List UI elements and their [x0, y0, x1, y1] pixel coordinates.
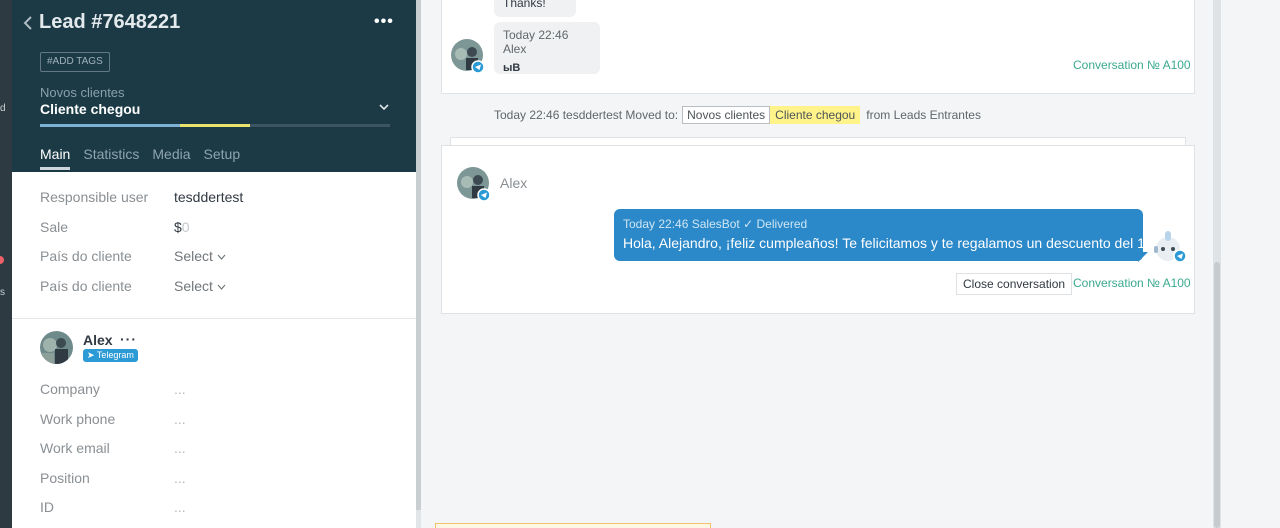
field-row: Position ...: [40, 470, 390, 500]
field-label: Work phone: [40, 410, 116, 427]
bubble-tail: [1138, 252, 1148, 262]
tab-media[interactable]: Media: [152, 146, 190, 170]
feed-scrollbar[interactable]: [1213, 0, 1221, 528]
field-label: Responsible user: [40, 189, 149, 205]
system-event: Today 22:46 tesddertest Moved to: Novos …: [494, 106, 981, 124]
field-label: Sale: [40, 218, 69, 235]
user-avatar: [451, 39, 485, 73]
select-label: Select: [174, 248, 213, 264]
field-label: ID: [40, 499, 54, 515]
message-meta: Today 22:46 SalesBot ✓ Delivered: [623, 217, 1134, 231]
close-conversation-button[interactable]: Close conversation: [956, 273, 1073, 295]
message-text: Hola, Alejandro, ¡feliz cumpleaños! Te f…: [623, 235, 1166, 251]
company-value[interactable]: ...: [174, 381, 186, 397]
lead-header: Lead #7648221 ••• #ADD TAGS Novos client…: [12, 0, 416, 172]
pipeline-name: Novos clientes: [40, 85, 125, 100]
lead-tabs: Main Statistics Media Setup: [40, 146, 240, 170]
nav-fragment: s: [0, 287, 5, 298]
chevron-down-icon: [217, 254, 226, 261]
conversation-card: Alex Today 22:46 SalesBot ✓ Delivered Ho…: [441, 145, 1195, 314]
pipeline-progress-bar: [40, 124, 390, 127]
tab-main[interactable]: Main: [40, 146, 71, 170]
conversation-link[interactable]: Conversation № A100: [1073, 58, 1191, 72]
more-options-icon[interactable]: •••: [374, 13, 394, 31]
user-avatar: [457, 167, 491, 201]
message-bubble: Today 22:46 Alex ыВ: [494, 22, 600, 74]
add-tags-button[interactable]: #ADD TAGS: [40, 52, 110, 72]
field-row: Sale $0: [40, 219, 390, 249]
left-nav-strip: d s: [0, 0, 12, 528]
field-label: Company: [40, 381, 100, 397]
salesbot-avatar-icon: [1154, 231, 1187, 263]
sale-value: 0: [181, 218, 190, 235]
progress-segment: [40, 124, 180, 127]
message-text: Thanks!: [503, 0, 546, 10]
tab-statistics[interactable]: Statistics: [83, 146, 139, 170]
conversation-feed: Thanks! Today 22:46 Alex ыВ Conversation…: [421, 0, 1213, 528]
delivery-status: Delivered: [756, 217, 808, 231]
message-meta: Today 22:46 Alex: [503, 28, 569, 56]
status-select[interactable]: Cliente chegou: [40, 101, 140, 117]
telegram-label: Telegram: [96, 350, 134, 360]
contact-fields: Company ... Work phone ... Work email ..…: [40, 381, 390, 528]
field-row: Responsible user tesddertest: [40, 189, 390, 219]
message-text: ыВ: [503, 62, 521, 74]
work-phone-value[interactable]: ...: [174, 411, 186, 427]
field-row: Work phone ...: [40, 411, 390, 441]
message-bubble: Thanks!: [494, 0, 576, 17]
contact-avatar[interactable]: [40, 331, 73, 364]
lead-title: Lead #7648221: [39, 11, 181, 33]
select-label: Select: [174, 277, 213, 294]
message-time-author: Today 22:46 SalesBot: [623, 217, 740, 231]
status-tag: Cliente chegou: [770, 106, 861, 124]
event-from-text: from Leads Entrantes: [866, 108, 981, 122]
back-arrow-icon[interactable]: [20, 14, 36, 32]
currency-symbol: $: [174, 218, 182, 235]
contact-more-icon[interactable]: ···: [120, 331, 137, 347]
field-label: País do cliente: [40, 277, 132, 294]
bot-message-bubble: Today 22:46 SalesBot ✓ Delivered Hola, A…: [614, 209, 1166, 261]
position-value[interactable]: ...: [174, 470, 186, 486]
telegram-badge: ➤ Telegram: [83, 349, 138, 362]
progress-segment: [180, 124, 250, 127]
conversation-card: Thanks! Today 22:46 Alex ыВ Conversation…: [441, 0, 1195, 94]
country-select[interactable]: Select: [174, 248, 226, 264]
responsible-user-value[interactable]: tesddertest: [174, 189, 243, 205]
field-row: País do cliente Select: [40, 248, 390, 278]
event-text: Today 22:46 tesddertest Moved to:: [494, 108, 679, 122]
tab-setup[interactable]: Setup: [204, 146, 241, 170]
nav-fragment: d: [0, 103, 6, 114]
field-row: País do cliente Select: [40, 278, 390, 308]
avatar-photo-icon: [40, 331, 73, 364]
field-label: Work email: [40, 440, 110, 456]
id-value[interactable]: ...: [174, 499, 186, 515]
chevron-down-icon: [217, 284, 226, 290]
chevron-down-icon[interactable]: [378, 101, 390, 113]
author-name: Alex: [500, 175, 528, 191]
pipeline-tag: Novos clientes: [682, 106, 771, 124]
section-divider: [12, 318, 416, 319]
scrollbar-thumb[interactable]: [1214, 262, 1220, 528]
conversation-link[interactable]: Conversation № A100: [1073, 276, 1191, 290]
notification-dot: [0, 256, 4, 264]
sale-input[interactable]: $0: [174, 219, 190, 235]
work-email-value[interactable]: ...: [174, 440, 186, 456]
field-label: Position: [40, 469, 90, 486]
country-select[interactable]: Select: [174, 278, 226, 294]
note-input-edge[interactable]: [435, 523, 711, 528]
lead-panel: Lead #7648221 ••• #ADD TAGS Novos client…: [12, 0, 416, 528]
field-row: Work email ...: [40, 440, 390, 470]
field-label: País do cliente: [40, 248, 132, 264]
contact-name[interactable]: Alex: [83, 332, 113, 348]
field-row: ID ...: [40, 499, 390, 528]
field-row: Company ...: [40, 381, 390, 411]
lead-fields: Responsible user tesddertest Sale $0 Paí…: [40, 189, 390, 307]
right-margin: [1213, 0, 1280, 528]
delivered-check-icon: ✓: [743, 217, 754, 231]
